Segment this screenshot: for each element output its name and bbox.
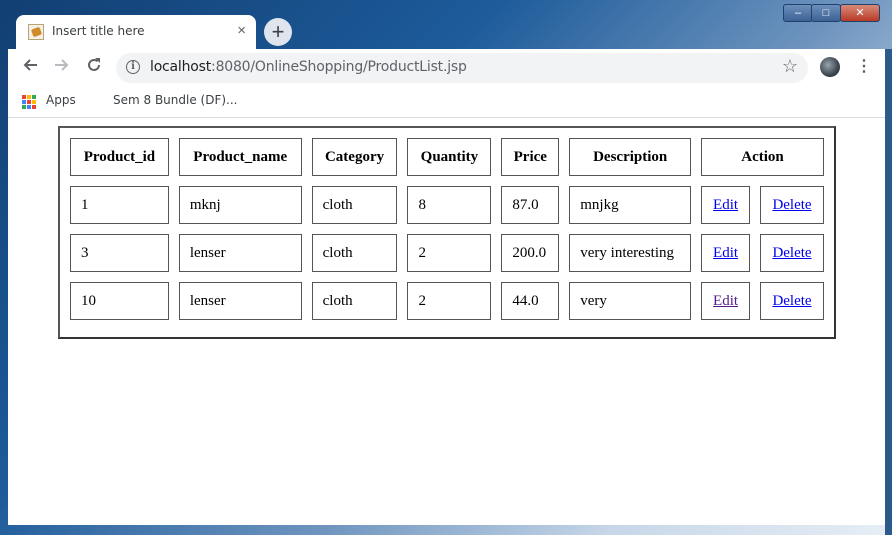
address-bar[interactable]: i localhost:8080/OnlineShopping/ProductL… <box>116 53 808 83</box>
cell-description: very <box>569 282 692 320</box>
table-row: 10 lenser cloth 2 44.0 very Edit Delete <box>70 282 824 320</box>
product-table: Product_id Product_name Category Quantit… <box>60 128 834 330</box>
cell-edit: Edit <box>701 186 751 224</box>
tab-title: Insert title here <box>52 24 145 38</box>
header-quantity: Quantity <box>407 138 492 176</box>
cell-edit: Edit <box>701 234 751 272</box>
cell-product-name: mknj <box>178 186 302 224</box>
cell-delete: Delete <box>760 234 824 272</box>
new-tab-button[interactable]: + <box>264 18 292 46</box>
cell-price: 44.0 <box>501 282 560 320</box>
delete-link[interactable]: Delete <box>772 197 811 213</box>
url-path: :8080/OnlineShopping/ProductList.jsp <box>211 59 467 75</box>
delete-link[interactable]: Delete <box>772 293 811 309</box>
cell-category: cloth <box>311 234 398 272</box>
cell-edit: Edit <box>701 282 751 320</box>
table-header-row: Product_id Product_name Category Quantit… <box>70 138 824 176</box>
cell-quantity: 2 <box>407 282 492 320</box>
bookmarks-bar: Apps Sem 8 Bundle (DF)... <box>8 87 885 118</box>
table-row: 1 mknj cloth 8 87.0 mnjkg Edit Delete <box>70 186 824 224</box>
header-category: Category <box>311 138 398 176</box>
browser-toolbar: i localhost:8080/OnlineShopping/ProductL… <box>8 49 885 87</box>
cell-price: 87.0 <box>501 186 560 224</box>
cell-description: very interesting <box>569 234 692 272</box>
maximize-button[interactable]: □ <box>811 4 841 22</box>
url-text[interactable]: localhost:8080/OnlineShopping/ProductLis… <box>150 59 467 75</box>
cell-delete: Delete <box>760 282 824 320</box>
bookmark-apps[interactable]: Apps <box>46 93 76 107</box>
bookmark-sem8-bundle[interactable]: Sem 8 Bundle (DF)... <box>113 93 238 107</box>
profile-avatar[interactable] <box>820 57 840 77</box>
header-action: Action <box>701 138 824 176</box>
tab-close-icon[interactable]: × <box>237 22 246 40</box>
cell-category: cloth <box>311 186 398 224</box>
close-window-button[interactable]: ✕ <box>840 4 880 22</box>
table-row: 3 lenser cloth 2 200.0 very interesting … <box>70 234 824 272</box>
forward-arrow-icon[interactable] <box>49 55 75 81</box>
browser-titlebar: Insert title here × + – □ ✕ <box>0 0 892 49</box>
apps-grid-icon[interactable] <box>22 95 36 109</box>
info-icon[interactable]: i <box>126 60 140 74</box>
url-host: localhost <box>150 59 212 75</box>
cell-quantity: 8 <box>407 186 492 224</box>
edit-link[interactable]: Edit <box>713 197 738 213</box>
cell-description: mnjkg <box>569 186 692 224</box>
cell-quantity: 2 <box>407 234 492 272</box>
delete-link[interactable]: Delete <box>772 245 811 261</box>
cell-category: cloth <box>311 282 398 320</box>
cell-product-id: 1 <box>70 186 169 224</box>
star-icon[interactable]: ☆ <box>782 56 798 77</box>
product-table-frame: Product_id Product_name Category Quantit… <box>58 126 836 339</box>
header-price: Price <box>501 138 560 176</box>
header-description: Description <box>569 138 692 176</box>
back-arrow-icon[interactable] <box>17 55 43 81</box>
edit-link[interactable]: Edit <box>713 293 738 309</box>
window-edge <box>885 49 892 535</box>
minimize-button[interactable]: – <box>783 4 813 22</box>
header-product-name: Product_name <box>178 138 302 176</box>
cell-delete: Delete <box>760 186 824 224</box>
page-content: Product_id Product_name Category Quantit… <box>8 118 885 525</box>
edit-link[interactable]: Edit <box>713 245 738 261</box>
header-product-id: Product_id <box>70 138 169 176</box>
cell-product-name: lenser <box>178 282 302 320</box>
tab-favicon-icon <box>28 24 44 40</box>
cell-product-id: 3 <box>70 234 169 272</box>
browser-tab[interactable]: Insert title here × <box>16 15 256 49</box>
cell-price: 200.0 <box>501 234 560 272</box>
cell-product-name: lenser <box>178 234 302 272</box>
cell-product-id: 10 <box>70 282 169 320</box>
reload-icon[interactable] <box>81 55 107 81</box>
more-menu-icon[interactable]: ⋮ <box>856 57 872 77</box>
